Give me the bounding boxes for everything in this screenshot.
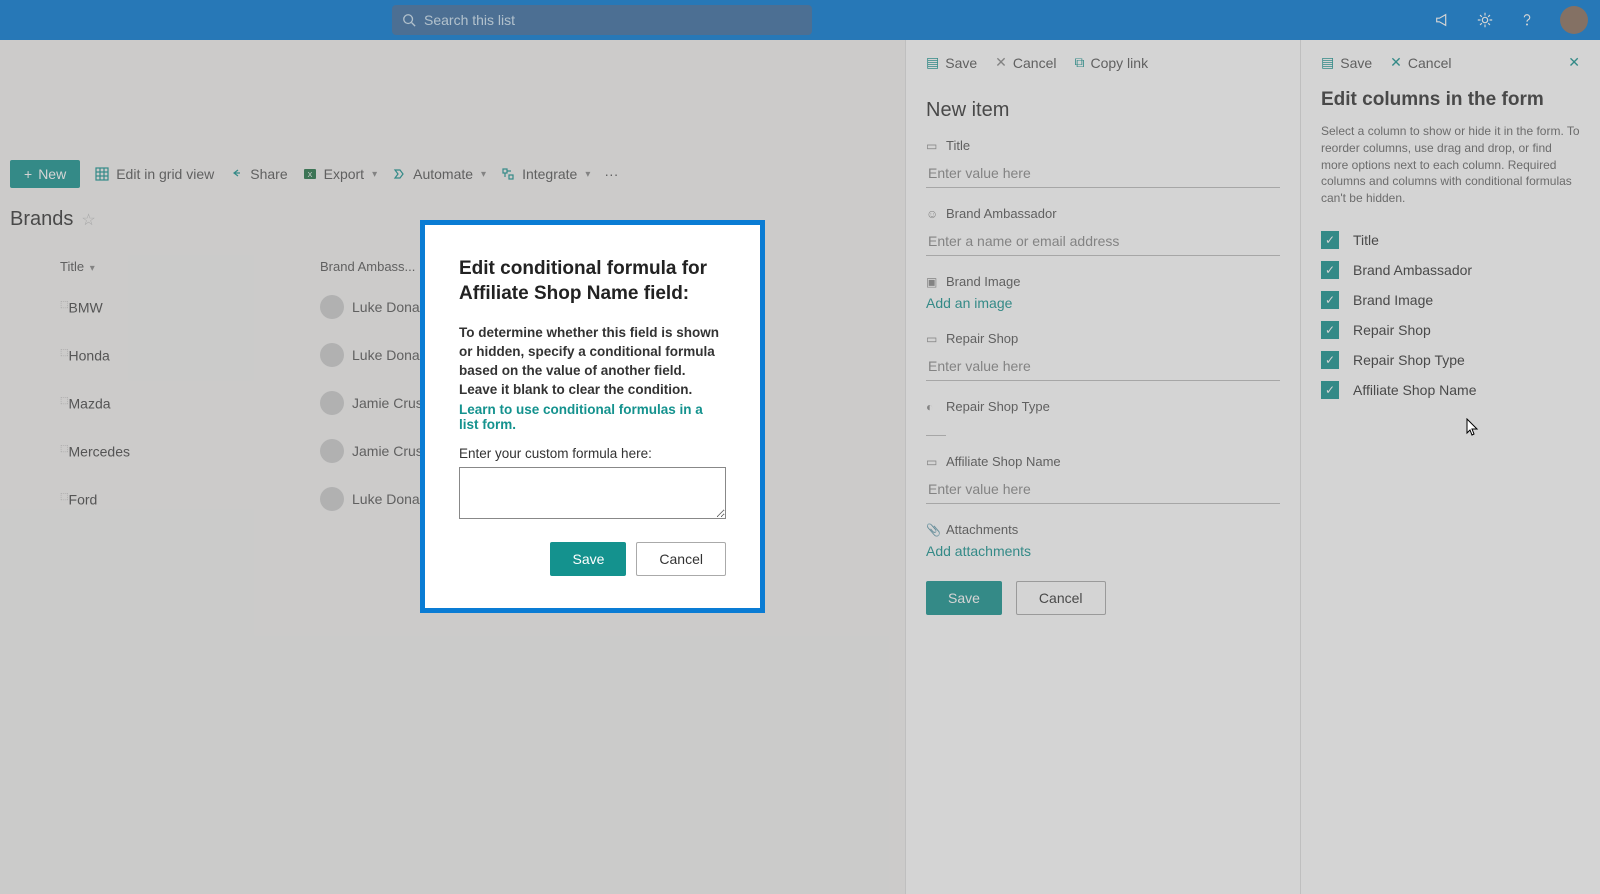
modal-desc: To determine whether this field is shown…	[459, 324, 726, 400]
modal-scrim	[0, 0, 1600, 894]
modal-buttons: Save Cancel	[459, 542, 726, 576]
conditional-formula-modal: Edit conditional formula for Affiliate S…	[420, 220, 765, 613]
formula-textarea[interactable]	[459, 467, 726, 519]
modal-cancel-button[interactable]: Cancel	[636, 542, 726, 576]
modal-heading: Edit conditional formula for Affiliate S…	[459, 257, 726, 306]
modal-learn-link[interactable]: Learn to use conditional formulas in a l…	[459, 402, 726, 432]
modal-input-label: Enter your custom formula here:	[459, 446, 726, 461]
modal-save-button[interactable]: Save	[550, 542, 626, 576]
